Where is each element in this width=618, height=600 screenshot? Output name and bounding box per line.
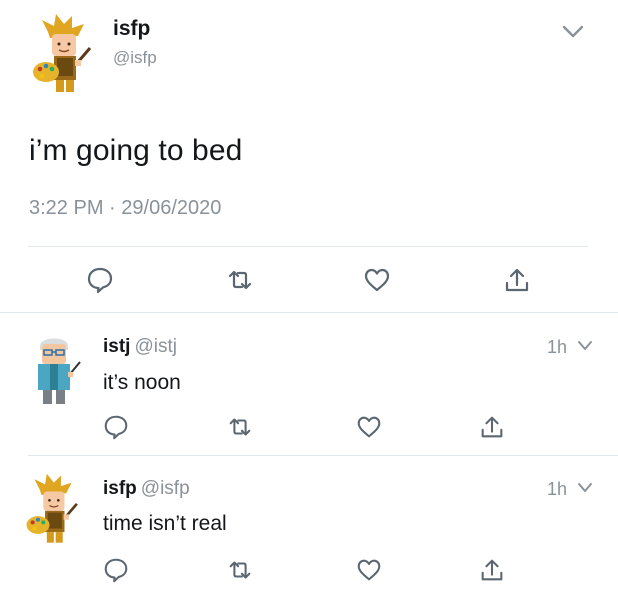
isfp-painter-avatar-icon [33,14,92,92]
reply-icon[interactable] [102,556,130,584]
retweet-icon[interactable] [226,556,254,584]
share-icon[interactable] [502,265,532,295]
reply-header: isfp @isfp [103,478,190,500]
divider [28,246,588,247]
tweet-text: i’m going to bed [29,134,243,167]
reply-time[interactable]: 1h [547,337,567,358]
handle[interactable]: @istj [134,336,177,357]
avatar[interactable] [28,332,82,408]
handle[interactable]: @isfp [141,478,190,499]
like-icon[interactable] [355,556,383,584]
chevron-down-icon[interactable] [560,22,586,42]
chevron-down-icon[interactable] [576,339,594,353]
like-icon[interactable] [362,265,392,295]
avatar[interactable] [28,12,98,98]
display-name[interactable]: isfp [103,478,137,499]
display-name[interactable]: istj [103,336,130,357]
reply-icon[interactable] [85,265,115,295]
reply-icon[interactable] [102,413,130,441]
istj-scientist-avatar-icon [38,338,81,404]
like-icon[interactable] [355,413,383,441]
retweet-icon[interactable] [226,413,254,441]
isfp-painter-avatar-icon [26,473,78,543]
divider [28,455,618,456]
chevron-down-icon[interactable] [576,481,594,495]
reply-header: istj @istj [103,336,177,358]
share-icon[interactable] [478,556,506,584]
tweet-timestamp[interactable]: 3:22 PM · 29/06/2020 [29,197,221,220]
share-icon[interactable] [478,413,506,441]
avatar[interactable] [22,472,84,548]
reply-text: time isn’t real [103,512,227,535]
tweet-time: 3:22 PM [29,197,104,219]
tweet-date: 29/06/2020 [121,197,222,219]
reply-text: it’s noon [103,371,181,394]
divider [0,312,618,313]
reply-time[interactable]: 1h [547,479,567,500]
retweet-icon[interactable] [225,265,255,295]
meta-separator: · [109,197,116,219]
handle[interactable]: @isfp [113,48,157,68]
display-name[interactable]: isfp [113,17,150,41]
